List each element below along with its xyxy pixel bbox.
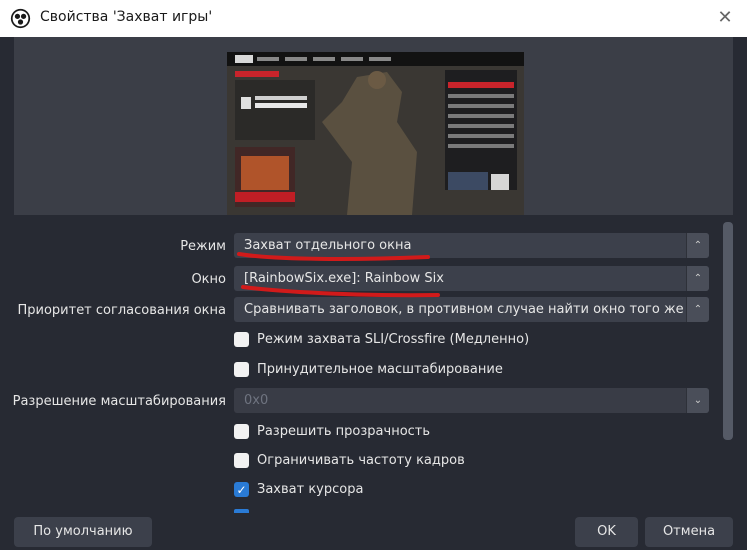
checkbox-capture-cursor[interactable]: ✓ Захват курсора — [234, 482, 363, 497]
checkbox-label: Захват курсора — [257, 482, 364, 497]
checkbox-box[interactable] — [234, 362, 249, 377]
checkbox-box[interactable] — [234, 424, 249, 439]
checkbox-limit-framerate[interactable]: Ограничивать частоту кадров — [234, 453, 465, 468]
checkbox-label: Ограничивать частоту кадров — [257, 453, 465, 468]
cancel-button[interactable]: Отмена — [645, 517, 733, 547]
window-label: Окно — [191, 272, 226, 287]
priority-label: Приоритет согласования окна — [17, 303, 226, 318]
annotation-underline — [237, 252, 430, 261]
title-bar: Свойства 'Захват игры' ✕ — [0, 0, 747, 37]
scale-resolution-select: 0x0 ⌄ — [234, 388, 709, 413]
window-title: Свойства 'Захват игры' — [40, 9, 213, 25]
checkbox-force-scaling[interactable]: Принудительное масштабирование — [234, 362, 503, 377]
updown-chevron-icon: ⌃ — [686, 297, 709, 322]
checkbox-label: Принудительное масштабирование — [257, 362, 503, 377]
game-preview-image — [227, 52, 524, 215]
updown-chevron-icon: ⌃ — [686, 266, 709, 291]
checkbox-box[interactable]: ✓ — [234, 482, 249, 497]
checkbox-partial — [234, 509, 249, 513]
checkbox-allow-transparency[interactable]: Разрешить прозрачность — [234, 424, 430, 439]
defaults-button[interactable]: По умолчанию — [14, 517, 152, 547]
checkbox-box[interactable] — [234, 332, 249, 347]
checkbox-label: Разрешить прозрачность — [257, 424, 431, 439]
checkmark-icon: ✓ — [236, 482, 247, 497]
obs-logo-icon — [10, 8, 31, 29]
checkbox-sli-crossfire[interactable]: Режим захвата SLI/Crossfire (Медленно) — [234, 332, 529, 347]
checkbox-label: Режим захвата SLI/Crossfire (Медленно) — [257, 332, 530, 347]
checkbox-box[interactable] — [234, 453, 249, 468]
priority-value: Сравнивать заголовок, в противном случае… — [244, 302, 709, 317]
scale-resolution-value: 0x0 — [244, 393, 269, 408]
scale-resolution-label: Разрешение масштабирования — [12, 394, 226, 409]
annotation-underline — [241, 285, 440, 298]
scrollbar-thumb[interactable] — [723, 222, 733, 440]
properties-window: Свойства 'Захват игры' ✕ Режим Захват от… — [0, 0, 747, 550]
chevron-down-icon: ⌄ — [686, 388, 709, 413]
updown-chevron-icon: ⌃ — [686, 233, 709, 258]
close-icon[interactable]: ✕ — [713, 6, 737, 30]
ok-button[interactable]: OK — [575, 517, 638, 547]
mode-label: Режим — [180, 239, 226, 254]
